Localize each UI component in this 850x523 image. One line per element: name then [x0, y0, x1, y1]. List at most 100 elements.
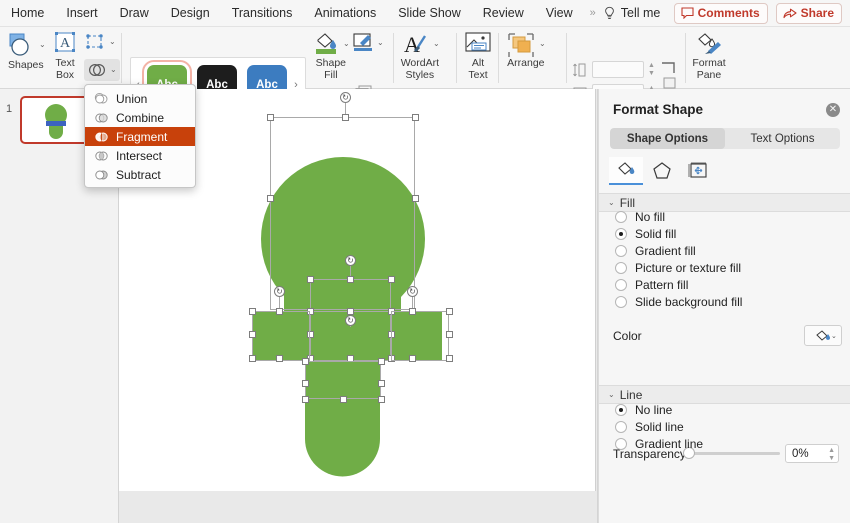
shapes-caret-icon[interactable]: ⌄ — [39, 41, 46, 49]
fill-and-line-icon[interactable] — [609, 157, 643, 185]
shape-outline-caret-icon[interactable]: ⌄ — [377, 39, 384, 47]
rotate-handle-center-bar[interactable]: ↻ — [345, 315, 356, 326]
share-button[interactable]: Share — [775, 2, 842, 24]
rotate-handle-right-bar[interactable]: ↻ — [407, 286, 418, 297]
shape-height-input[interactable] — [592, 61, 644, 78]
ribbon-separator-2 — [393, 33, 394, 83]
shapes-button[interactable]: ⌄ Shapes — [6, 31, 46, 72]
close-icon[interactable]: ✕ — [826, 103, 840, 117]
align-objects-button[interactable]: ⌄ — [84, 32, 116, 52]
comment-bubble-icon — [681, 6, 694, 19]
handle-lbar-bl[interactable] — [249, 355, 256, 362]
menu-item-union[interactable]: Union — [85, 89, 195, 108]
handle-neck-tr[interactable] — [388, 276, 395, 283]
handle-cbar-tc[interactable] — [347, 308, 354, 315]
ribbon-separator-6 — [685, 33, 686, 83]
menu-item-subtract-label: Subtract — [116, 167, 161, 182]
slide-thumbnail-1[interactable] — [20, 96, 92, 144]
handle-neck-tl[interactable] — [307, 276, 314, 283]
merge-shapes-caret-icon[interactable]: ⌄ — [110, 66, 117, 74]
align-objects-caret-icon[interactable]: ⌄ — [109, 38, 116, 46]
handle-head-tc[interactable] — [342, 114, 349, 121]
fill-section-label: Fill — [619, 195, 636, 210]
handle-rbar-mr[interactable] — [446, 331, 453, 338]
handle-bottom-bc[interactable] — [340, 396, 347, 403]
handle-rbar-bc[interactable] — [409, 355, 416, 362]
effects-pentagon-icon[interactable] — [645, 157, 679, 185]
handle-lbar-tl[interactable] — [249, 308, 256, 315]
menu-item-view[interactable]: View — [535, 0, 584, 27]
transparency-stepper[interactable]: ▲ ▼ — [828, 447, 835, 462]
rotate-handle-head[interactable]: ↻ — [340, 92, 351, 103]
tab-shape-options[interactable]: Shape Options — [610, 128, 725, 149]
shape-fill-icon — [316, 33, 336, 54]
merge-shapes-menu: Union Combine Fragment Intersect Subtrac… — [84, 84, 196, 188]
radio-gradient-line[interactable]: Gradient line — [615, 437, 703, 451]
comments-button[interactable]: Comments — [673, 2, 768, 24]
handle-rbar-tc[interactable] — [409, 308, 416, 315]
handle-bottom-br[interactable] — [378, 396, 385, 403]
shape-height-stepper[interactable]: ▲ ▼ — [648, 62, 655, 77]
radio-gradient-fill[interactable]: Gradient fill — [615, 244, 696, 258]
menu-item-intersect[interactable]: Intersect — [85, 146, 195, 165]
merge-shapes-button[interactable]: ⌄ — [84, 59, 120, 81]
fill-color-caret-icon[interactable]: ⌄ — [831, 332, 837, 340]
shape-outline-button[interactable]: ⌄ — [352, 32, 384, 54]
menu-item-subtract[interactable]: Subtract — [85, 165, 195, 184]
menu-item-review[interactable]: Review — [472, 0, 535, 27]
handle-bottom-ml[interactable] — [302, 358, 309, 365]
handle-bottom-sl[interactable] — [302, 380, 309, 387]
rotate-handle-left-bar[interactable]: ↻ — [274, 286, 285, 297]
radio-slide-background-fill[interactable]: Slide background fill — [615, 295, 742, 309]
arrange-caret-icon[interactable]: ⌄ — [539, 40, 546, 48]
handle-head-ml[interactable] — [267, 195, 274, 202]
radio-picture-fill[interactable]: Picture or texture fill — [615, 261, 741, 275]
menu-item-transitions[interactable]: Transitions — [221, 0, 304, 27]
handle-lbar-bc[interactable] — [276, 355, 283, 362]
wordart-styles-button[interactable]: A ⌄ WordArt Styles — [400, 31, 440, 81]
menu-item-home[interactable]: Home — [0, 0, 55, 27]
transparency-value-input[interactable]: 0% ▲ ▼ — [785, 444, 839, 463]
radio-pattern-fill[interactable]: Pattern fill — [615, 278, 688, 292]
alt-text-button[interactable]: Alt Text — [463, 31, 493, 81]
fragment-icon — [95, 132, 108, 141]
wordart-caret-icon[interactable]: ⌄ — [433, 40, 440, 48]
rotate-handle-neck[interactable]: ↻ — [345, 255, 356, 266]
handle-rbar-br[interactable] — [446, 355, 453, 362]
menu-item-slide-show[interactable]: Slide Show — [387, 0, 472, 27]
line-section-header[interactable]: ⌄ Line — [599, 385, 850, 404]
handle-neck-tc[interactable] — [347, 276, 354, 283]
handle-lbar-ml[interactable] — [249, 331, 256, 338]
radio-solid-fill[interactable]: Solid fill — [615, 227, 676, 241]
handle-head-mr[interactable] — [412, 195, 419, 202]
handle-bottom-mr[interactable] — [378, 358, 385, 365]
format-pane-title: Format Shape — [613, 102, 704, 117]
handle-head-tl[interactable] — [267, 114, 274, 121]
transparency-slider-track[interactable] — [687, 452, 780, 455]
menu-item-insert[interactable]: Insert — [55, 0, 108, 27]
menu-item-design[interactable]: Design — [160, 0, 221, 27]
shape-fill-button[interactable]: ⌄ Shape Fill — [312, 31, 350, 81]
menu-right-actions: Comments Share — [673, 2, 850, 24]
text-box-button[interactable]: A Text Box — [50, 31, 80, 81]
handle-head-tr[interactable] — [412, 114, 419, 121]
radio-no-fill[interactable]: No fill — [615, 210, 665, 224]
menu-overflow-icon[interactable]: » — [584, 7, 601, 19]
menu-item-fragment[interactable]: Fragment — [85, 127, 195, 146]
radio-solid-line[interactable]: Solid line — [615, 420, 684, 434]
format-pane-button[interactable]: Format Pane — [692, 31, 726, 81]
handle-bottom-bl[interactable] — [302, 396, 309, 403]
arrange-button[interactable]: ⌄ Arrange — [506, 31, 546, 70]
handle-lbar-tc[interactable] — [276, 308, 283, 315]
handle-rbar-tr[interactable] — [446, 308, 453, 315]
menu-item-draw[interactable]: Draw — [109, 0, 160, 27]
menu-item-combine[interactable]: Combine — [85, 108, 195, 127]
size-and-properties-icon[interactable] — [681, 157, 715, 185]
tab-text-options[interactable]: Text Options — [725, 128, 840, 149]
tell-me-button[interactable]: Tell me — [601, 0, 660, 27]
radio-no-line[interactable]: No line — [615, 403, 672, 417]
shape-height-field[interactable]: ▲ ▼ — [572, 61, 655, 78]
menu-item-animations[interactable]: Animations — [303, 0, 387, 27]
handle-bottom-sr[interactable] — [378, 380, 385, 387]
shape-fill-caret-icon[interactable]: ⌄ — [343, 40, 350, 48]
